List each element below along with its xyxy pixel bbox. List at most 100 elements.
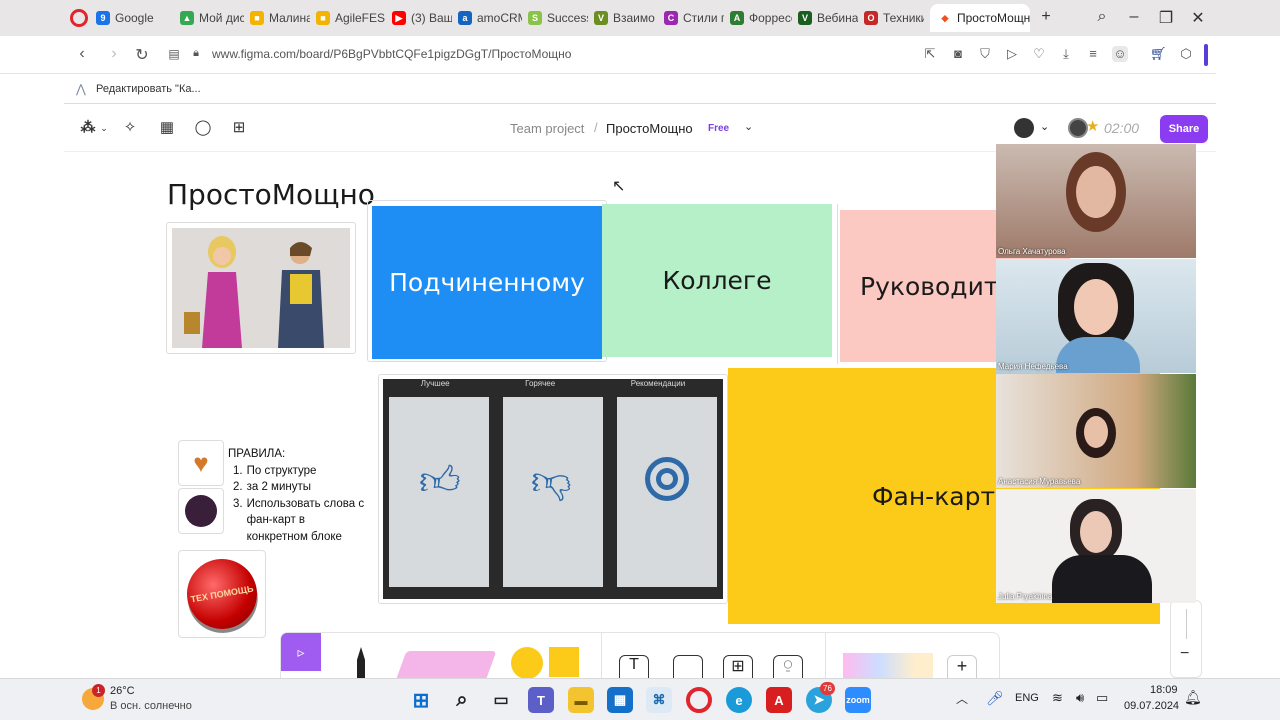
temperature[interactable]: 26°C — [110, 685, 135, 697]
screenshot-frame[interactable]: Лучшее Горячее Рекомендации 👍︎ 👎︎ — [378, 374, 728, 604]
wifi-icon[interactable]: ≋ — [1052, 690, 1063, 706]
frame-tool-icon[interactable] — [673, 655, 703, 678]
browser-tab[interactable]: aamoCRM — [458, 4, 522, 32]
timer-display[interactable]: 02:00 — [1104, 120, 1139, 136]
cat-sticker-icon[interactable] — [178, 488, 224, 534]
notification-bell-icon[interactable]: 🔔︎ — [1184, 689, 1202, 706]
video-tile[interactable]: Мария Нефедьева — [996, 259, 1196, 373]
battery-icon[interactable]: ▭ — [1096, 690, 1108, 706]
table-tool-icon[interactable]: ⊞ — [723, 655, 753, 678]
comment-icon[interactable]: ◯ — [193, 118, 213, 138]
illustration-frame[interactable] — [166, 222, 356, 354]
minimize-icon[interactable]: – — [1124, 8, 1144, 26]
browser-tab[interactable]: ■ AgileFES — [316, 4, 386, 32]
new-tab-icon[interactable]: + — [1036, 8, 1056, 26]
tab-favicon-icon: ▶ — [392, 11, 406, 25]
browser-tab[interactable]: V Вебинар — [798, 4, 858, 32]
cursor-tool-icon[interactable]: ▹ — [281, 633, 321, 671]
avatar[interactable] — [1014, 118, 1034, 138]
forward-icon[interactable]: › — [104, 45, 124, 63]
highlighter-tool-icon[interactable] — [395, 651, 497, 678]
zoom-slider[interactable] — [1186, 609, 1187, 639]
video-tile[interactable]: Julia Pryakhina — [996, 489, 1196, 603]
video-tile[interactable]: Ольга Хачатурова — [996, 144, 1196, 258]
tab-active[interactable]: ◆ ПростоМощно — [930, 4, 1030, 32]
url-field[interactable]: www.figma.com/board/P6BgPVbbtCQFe1pigzDG… — [212, 47, 571, 61]
windows-start-icon[interactable]: ⊞ — [408, 687, 434, 713]
stamp-tool-icon[interactable]: ⍜ — [773, 655, 803, 678]
zoom-out-icon[interactable]: − — [1180, 645, 1189, 663]
circle-shape-icon[interactable] — [511, 647, 543, 678]
team-name[interactable]: Team project — [510, 121, 584, 136]
share-page-icon[interactable]: ⇱ — [922, 46, 938, 62]
shield-icon[interactable]: ⛉ — [977, 46, 993, 62]
search-tabs-icon[interactable]: ⌕ — [1092, 8, 1112, 26]
chevron-up-icon[interactable]: ︿ — [956, 690, 968, 707]
clock-date[interactable]: 09.07.2024 — [1124, 700, 1179, 712]
teams-icon[interactable]: T — [528, 687, 554, 713]
browser-tab[interactable]: O Техники — [864, 4, 924, 32]
board-title[interactable]: ПростоМощно — [167, 178, 375, 211]
heart-sticker-icon[interactable]: ♥ — [178, 440, 224, 486]
file-explorer-icon[interactable]: ▬ — [568, 687, 594, 713]
browser-tab[interactable]: V Взаимо — [594, 4, 658, 32]
browser-tab[interactable]: ▲ Мой дис — [180, 4, 244, 32]
file-name[interactable]: ПростоМощно — [606, 121, 693, 136]
language-indicator[interactable]: ENG — [1015, 692, 1039, 704]
opera-logo-icon[interactable] — [70, 9, 88, 27]
maximize-icon[interactable]: ❐ — [1156, 8, 1176, 28]
store-icon[interactable]: ▦ — [607, 687, 633, 713]
browser-tab[interactable]: 9 Google — [96, 4, 174, 32]
network-app-icon[interactable]: ⌘ — [646, 687, 672, 713]
clipboard-icon[interactable]: ▤ — [164, 47, 184, 61]
video-tile[interactable]: Анастасия Муравьева — [996, 374, 1196, 488]
play-icon[interactable]: ▷ — [1004, 46, 1020, 62]
cart-icon[interactable]: 🛒︎ — [1150, 46, 1167, 62]
rules-block[interactable]: ПРАВИЛА: 1. По структуре 2. за 2 минуты 3.… — [228, 446, 368, 545]
pen-tool-icon[interactable] — [357, 647, 365, 678]
back-icon[interactable]: ‹ — [72, 45, 92, 63]
microphone-icon[interactable]: 🎤︎ — [986, 690, 1004, 707]
browser-tab[interactable]: ■ Малина — [250, 4, 310, 32]
layout-icon[interactable]: ▦ — [157, 118, 177, 138]
timer-avatar[interactable] — [1068, 118, 1088, 138]
plan-badge[interactable]: Free — [708, 123, 729, 134]
help-button-sticker[interactable]: ТЕХ ПОМОЩЬ — [178, 550, 266, 638]
tab-favicon-icon: V — [798, 11, 812, 25]
chevron-down-icon[interactable]: ⌄ — [94, 118, 114, 138]
bookmark-item[interactable]: Редактировать "Ка... — [96, 83, 201, 95]
sticky-note-icon[interactable] — [549, 647, 579, 677]
cube-icon[interactable]: ⬡ — [1178, 46, 1194, 62]
chevron-down-icon[interactable]: ⌄ — [1040, 120, 1049, 133]
templates-icon[interactable] — [843, 653, 933, 678]
phone-tab-row: Лучшее Горячее Рекомендации — [383, 379, 723, 393]
opera-taskbar-icon[interactable] — [686, 687, 712, 713]
zoom-app-icon[interactable]: zoom — [845, 687, 871, 713]
add-more-icon[interactable]: + — [947, 655, 977, 678]
weather-text[interactable]: В осн. солнечно — [110, 700, 192, 712]
ai-sparkle-icon[interactable]: ✧ — [120, 118, 140, 138]
acrobat-icon[interactable]: A — [766, 687, 792, 713]
edge-icon[interactable]: e — [726, 687, 752, 713]
browser-tab[interactable]: A Форресс — [730, 4, 792, 32]
add-page-icon[interactable]: ⊞ — [229, 118, 249, 138]
browser-tab[interactable]: C Стили п — [664, 4, 724, 32]
download-icon[interactable]: ⤓ — [1058, 46, 1074, 62]
heart-icon[interactable]: ♡ — [1031, 46, 1047, 62]
clock-time[interactable]: 18:09 — [1150, 684, 1178, 696]
share-button[interactable]: Share — [1160, 115, 1208, 143]
browser-tab[interactable]: ▶ (3) Ваш — [392, 4, 452, 32]
text-tool-icon[interactable]: T — [619, 655, 649, 678]
task-view-icon[interactable]: ▭ — [488, 687, 514, 713]
close-window-icon[interactable]: ✕ — [1188, 8, 1208, 28]
camera-icon[interactable]: ◙ — [950, 46, 966, 62]
search-icon[interactable]: ⌕ — [449, 687, 475, 713]
chevron-down-icon[interactable]: ⌄ — [744, 120, 753, 133]
volume-icon[interactable]: 🔊︎ — [1076, 690, 1084, 706]
profile-icon[interactable]: ☺ — [1112, 46, 1128, 62]
browser-tab[interactable]: S Successf — [528, 4, 588, 32]
reload-icon[interactable]: ↻ — [132, 45, 152, 65]
menu-icon[interactable]: ≡ — [1085, 46, 1101, 62]
card-subordinate[interactable]: Подчиненному — [372, 206, 602, 359]
card-colleague[interactable]: Коллеге — [602, 204, 832, 357]
